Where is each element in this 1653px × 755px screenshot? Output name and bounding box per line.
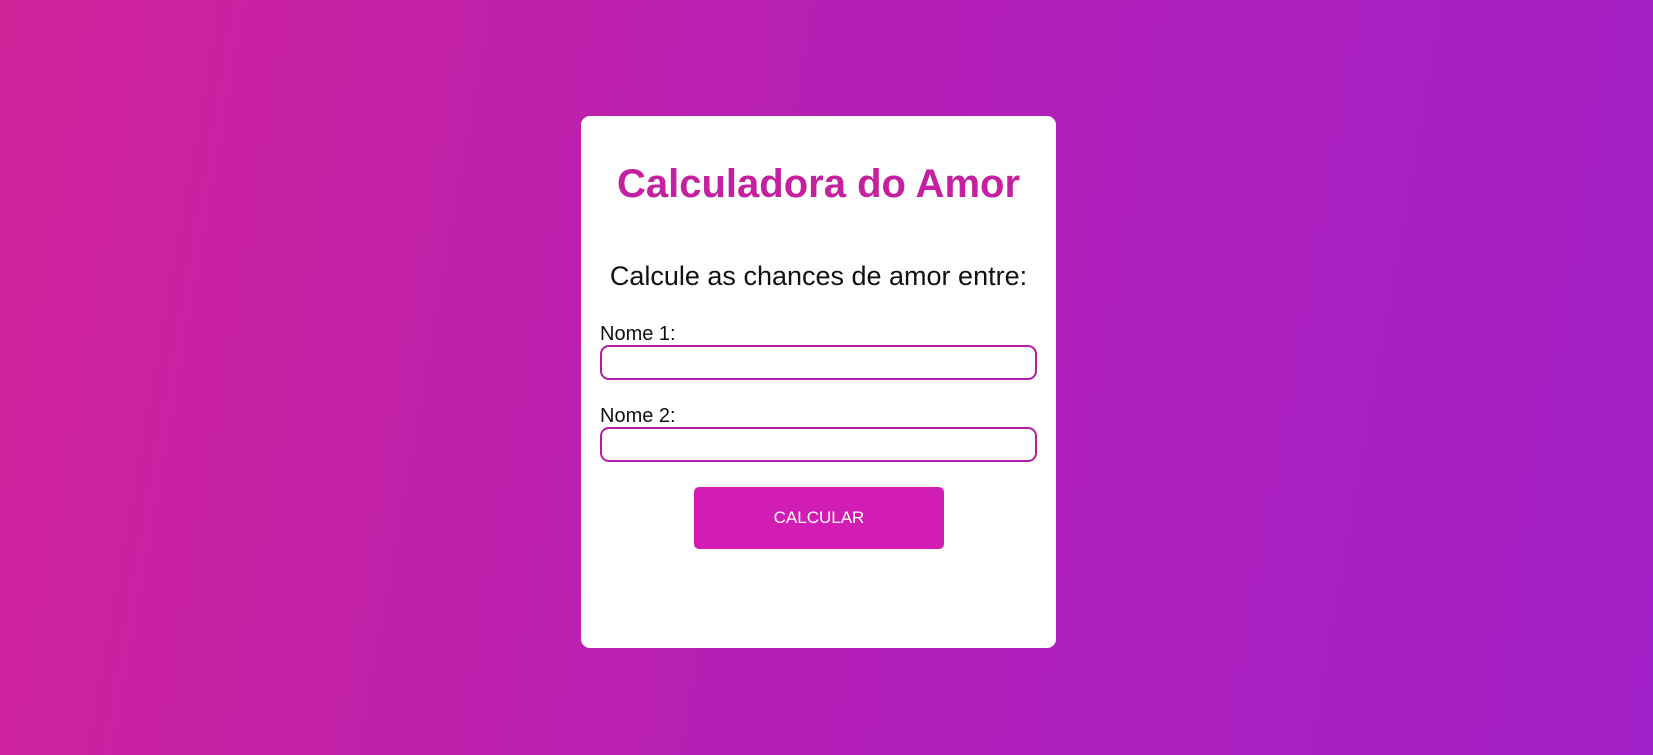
love-calculator-card: Calculadora do Amor Calcule as chances d… <box>581 116 1056 648</box>
name1-input[interactable] <box>600 345 1037 380</box>
name2-label: Nome 2: <box>600 405 676 427</box>
name2-input[interactable] <box>600 427 1037 462</box>
subtitle: Calcule as chances de amor entre: <box>609 261 1028 291</box>
page-title: Calculadora do Amor <box>616 162 1021 206</box>
calculate-button[interactable]: CALCULAR <box>694 487 944 549</box>
name1-label: Nome 1: <box>600 323 676 345</box>
